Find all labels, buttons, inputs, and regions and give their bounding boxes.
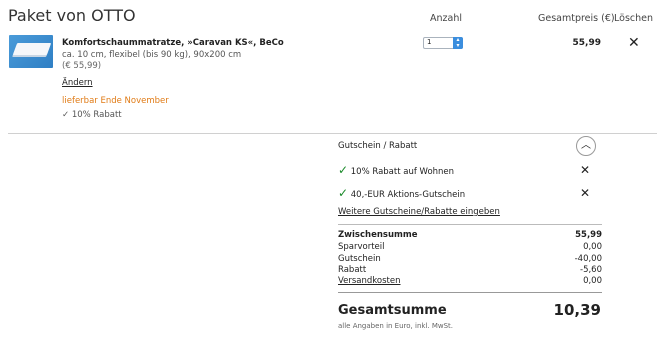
column-header-quantity: Anzahl: [430, 13, 462, 24]
remove-voucher-icon[interactable]: ✕: [580, 164, 590, 176]
checkmark-icon: ✓: [62, 110, 70, 120]
mattress-icon: [12, 43, 52, 55]
grand-total-label: Gesamtsumme: [338, 303, 447, 318]
column-header-delete: Löschen: [614, 13, 653, 24]
summary-row-shipping: Versandkosten 0,00: [338, 276, 602, 286]
select-arrows-icon: ▴ ▾: [453, 37, 463, 49]
total-divider: [338, 292, 602, 293]
summary-row-savings: Sparvorteil 0,00: [338, 242, 602, 252]
summary-value: -5,60: [580, 265, 602, 275]
voucher-entry: ✓ 40,-EUR Aktions-Gutschein: [338, 186, 465, 200]
summary-label: Rabatt: [338, 265, 367, 275]
grand-total-value: 10,39: [553, 301, 601, 319]
summary-label: Sparvorteil: [338, 242, 385, 252]
voucher-entry-label: 40,-EUR Aktions-Gutschein: [350, 190, 466, 200]
tax-note: alle Angaben in Euro, inkl. MwSt.: [338, 322, 454, 330]
delete-item-icon[interactable]: ✕: [628, 36, 640, 50]
column-header-total-price: Gesamtpreis (€): [538, 13, 615, 24]
product-image[interactable]: [9, 35, 53, 68]
item-total-price: 55,99: [572, 38, 601, 48]
item-discount-label: 10% Rabatt: [71, 110, 122, 120]
summary-row-subtotal: Zwischensumme 55,99: [338, 230, 602, 240]
summary-value: 0,00: [583, 242, 602, 252]
collapse-chevron-icon[interactable]: ︿: [576, 136, 596, 156]
quantity-select[interactable]: 1 ▴ ▾: [423, 37, 463, 49]
change-item-link[interactable]: Ändern: [62, 78, 93, 88]
package-title: Paket von OTTO: [8, 6, 136, 25]
summary-divider: [338, 224, 602, 225]
section-divider: [8, 133, 657, 134]
more-vouchers-link[interactable]: Weitere Gutscheine/Rabatte eingeben: [338, 207, 500, 217]
voucher-section-title: Gutschein / Rabatt: [338, 141, 418, 151]
voucher-entry: ✓ 10% Rabatt auf Wohnen: [338, 163, 454, 177]
checkmark-icon: ✓: [338, 186, 349, 200]
summary-value: 55,99: [575, 230, 602, 240]
product-unit-price: (€ 55,99): [62, 61, 102, 71]
delivery-status: lieferbar Ende November: [62, 96, 169, 106]
product-name[interactable]: Komfortschaummatratze, »Caravan KS«, BeC…: [62, 38, 284, 48]
summary-value: -40,00: [574, 254, 602, 264]
shipping-costs-link[interactable]: Versandkosten: [338, 276, 401, 286]
summary-label: Gutschein: [338, 254, 381, 264]
item-discount: ✓ 10% Rabatt: [62, 110, 122, 120]
checkmark-icon: ✓: [338, 163, 349, 177]
remove-voucher-icon[interactable]: ✕: [580, 187, 590, 199]
summary-row-discount: Rabatt -5,60: [338, 265, 602, 275]
summary-row-voucher: Gutschein -40,00: [338, 254, 602, 264]
voucher-entry-label: 10% Rabatt auf Wohnen: [350, 167, 455, 177]
summary-label: Zwischensumme: [338, 230, 418, 240]
quantity-value: 1: [427, 38, 432, 46]
product-description: ca. 10 cm, flexibel (bis 90 kg), 90x200 …: [62, 50, 242, 60]
summary-value: 0,00: [583, 276, 602, 286]
